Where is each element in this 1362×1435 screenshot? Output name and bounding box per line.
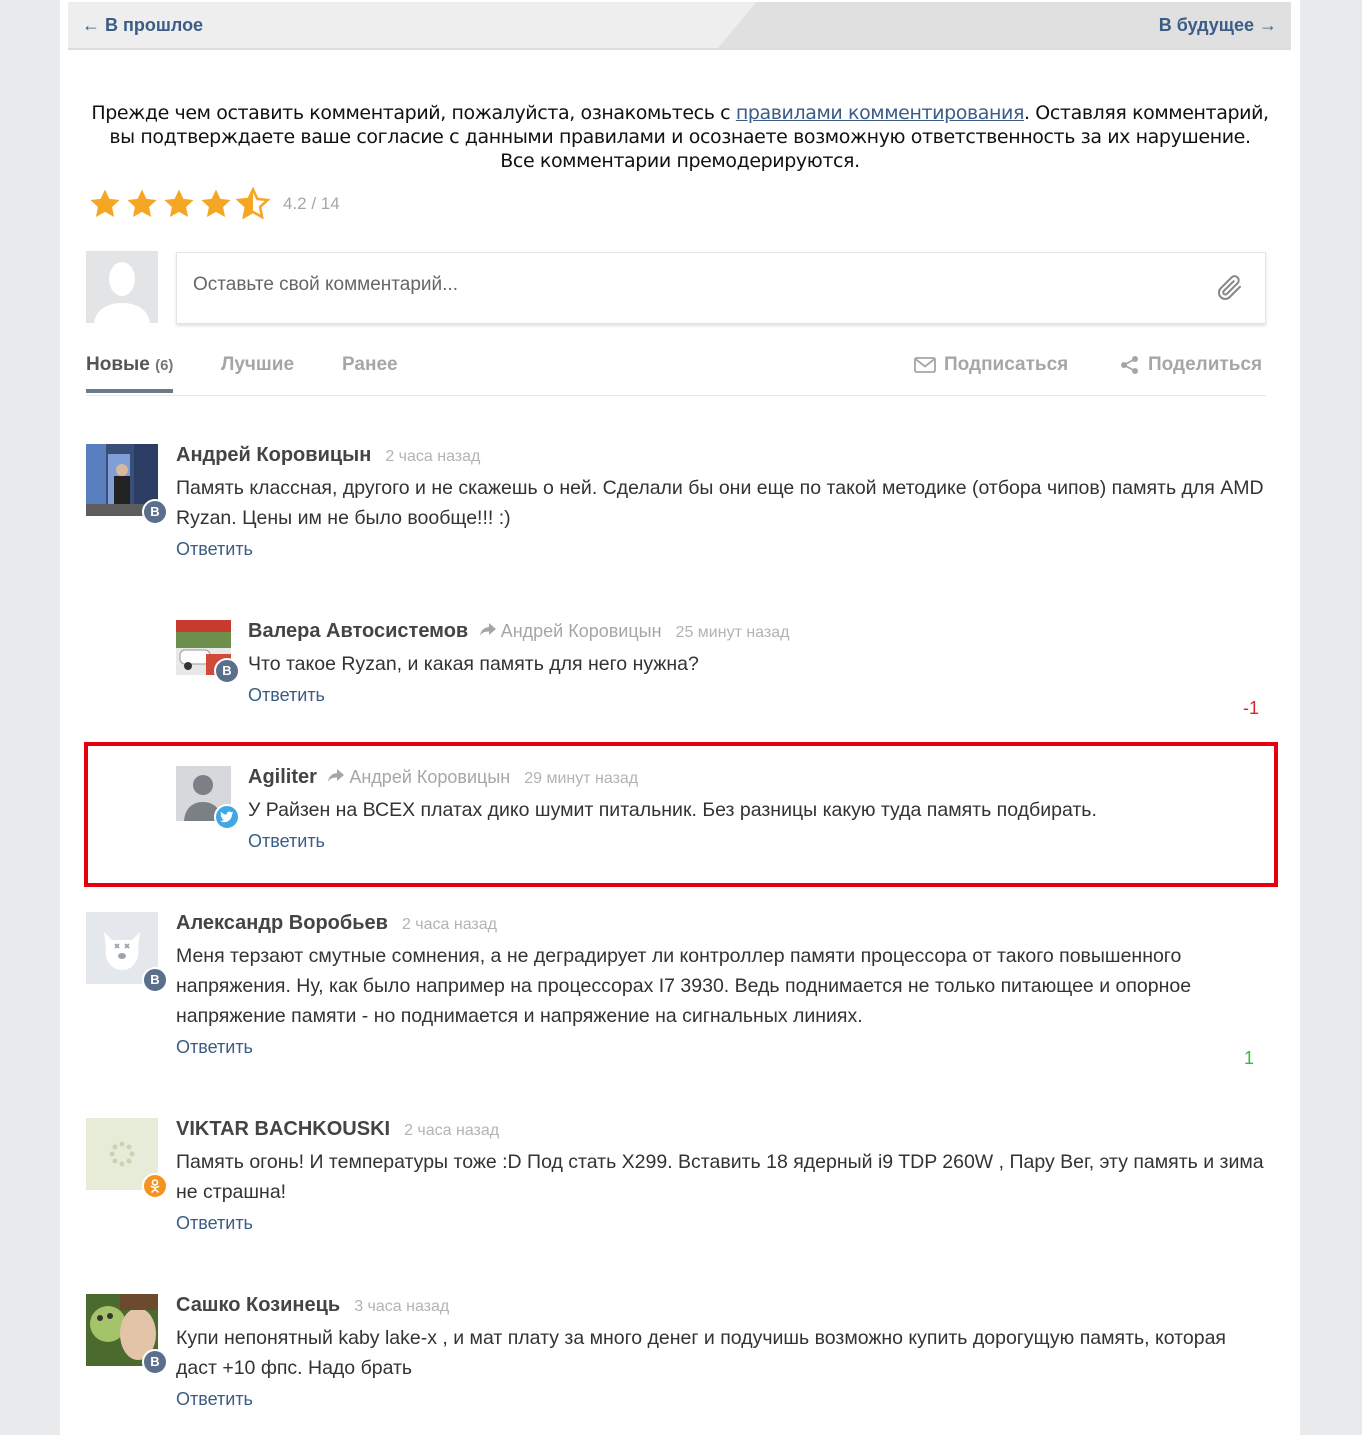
comment-author[interactable]: Андрей Коровицын bbox=[176, 444, 371, 466]
comment-author[interactable]: Валера Автосистемов bbox=[248, 620, 468, 642]
comment-item: В Валера Автосистемов Андрей Коровицын 25… bbox=[176, 620, 1266, 720]
comment-author[interactable]: Agiliter bbox=[248, 766, 317, 788]
comment-input-box bbox=[176, 252, 1266, 324]
vk-badge-icon: В bbox=[142, 967, 168, 993]
reply-button[interactable]: Ответить bbox=[176, 539, 1266, 560]
reply-to-author[interactable]: Андрей Коровицын bbox=[501, 621, 662, 641]
comment-header: Александр Воробьев 2 часа назад bbox=[176, 912, 1266, 935]
subscribe-button[interactable]: Подписаться bbox=[914, 354, 1068, 376]
vk-badge-icon: В bbox=[214, 658, 240, 684]
comment-body: Agiliter Андрей Коровицын 29 минут назад … bbox=[248, 766, 1258, 852]
odnoklassniki-badge-icon bbox=[142, 1173, 168, 1199]
comment-item: Agiliter Андрей Коровицын 29 минут назад … bbox=[176, 766, 1266, 866]
comment-item: VIKTAR BACHKOUSKI 2 часа назад Память ого… bbox=[86, 1118, 1266, 1248]
comment-header: Agiliter Андрей Коровицын 29 минут назад bbox=[248, 766, 1258, 789]
reply-arrow-icon bbox=[328, 769, 345, 782]
comment-author[interactable]: Сашко Козинець bbox=[176, 1294, 340, 1316]
comment-time[interactable]: 2 часа назад bbox=[385, 448, 480, 465]
default-user-icon bbox=[86, 251, 158, 323]
previous-post-link[interactable]: ← В прошлое bbox=[82, 15, 203, 36]
comment-body: Александр Воробьев 2 часа назад Меня терз… bbox=[176, 912, 1266, 1058]
premoderation-notice: Все комментарии премодерируются. bbox=[500, 150, 860, 172]
comments-page: ← В прошлое В будущее → Прежде чем остав… bbox=[60, 0, 1300, 1435]
tab-new-count: (6) bbox=[155, 357, 174, 374]
comment-rules-link[interactable]: правилами комментирования bbox=[736, 102, 1025, 124]
vk-badge-icon: В bbox=[142, 499, 168, 525]
comment-header: Сашко Козинець 3 часа назад bbox=[176, 1294, 1266, 1317]
comment-input[interactable] bbox=[191, 269, 1175, 301]
comment-text: Память классная, другого и не скажешь о … bbox=[176, 477, 1264, 529]
reply-to-author[interactable]: Андрей Коровицын bbox=[349, 767, 510, 787]
comment-time[interactable]: 2 часа назад bbox=[402, 916, 497, 933]
current-user-avatar bbox=[86, 251, 158, 323]
tab-best[interactable]: Лучшие bbox=[221, 354, 294, 376]
comment-text: Память огонь! И температуры тоже :D Под … bbox=[176, 1151, 1264, 1203]
comment-body: Валера Автосистемов Андрей Коровицын 25 м… bbox=[248, 620, 1258, 706]
tab-earlier[interactable]: Ранее bbox=[342, 354, 398, 376]
comment-header: Андрей Коровицын 2 часа назад bbox=[176, 444, 1266, 467]
comment-item: В Андрей Коровицын 2 часа назад Память кл… bbox=[86, 444, 1266, 574]
share-button[interactable]: Поделиться bbox=[1120, 354, 1262, 376]
star-icon[interactable] bbox=[162, 187, 196, 221]
tab-new-label: Новые bbox=[86, 354, 150, 375]
comment-body: VIKTAR BACHKOUSKI 2 часа назад Память ого… bbox=[176, 1118, 1266, 1234]
reply-button[interactable]: Ответить bbox=[176, 1213, 1266, 1234]
next-post-link[interactable]: В будущее → bbox=[1159, 15, 1277, 36]
comment-item: В Александр Воробьев 2 часа назад Меня те… bbox=[86, 912, 1266, 1072]
paperclip-icon[interactable] bbox=[1215, 273, 1245, 303]
comment-item: В Сашко Козинець 3 часа назад Купи непоня… bbox=[86, 1294, 1266, 1424]
ok-logo-icon bbox=[150, 1179, 160, 1193]
envelope-icon bbox=[914, 357, 936, 373]
post-navigation-bar: ← В прошлое В будущее → bbox=[68, 2, 1291, 50]
twitter-bird-icon bbox=[220, 811, 234, 823]
comments-tabs: Новые (6) Лучшие Ранее Подписаться Подел… bbox=[86, 340, 1266, 396]
reply-button[interactable]: Ответить bbox=[248, 831, 1258, 852]
reply-button[interactable]: Ответить bbox=[248, 685, 1258, 706]
vk-badge-icon: В bbox=[142, 1349, 168, 1375]
star-icon[interactable] bbox=[88, 187, 122, 221]
reply-button[interactable]: Ответить bbox=[176, 1037, 1266, 1058]
star-icon[interactable] bbox=[199, 187, 233, 221]
subscribe-label: Подписаться bbox=[944, 354, 1069, 375]
comment-text: Меня терзают смутные сомнения, а не дегр… bbox=[176, 945, 1192, 1027]
article-rating: 4.2 / 14 bbox=[88, 186, 340, 222]
reply-button[interactable]: Ответить bbox=[176, 1389, 1266, 1410]
notice-text-start: Прежде чем оставить комментарий, пожалуй… bbox=[91, 102, 736, 124]
comment-author[interactable]: VIKTAR BACHKOUSKI bbox=[176, 1118, 390, 1140]
comment-text: Купи непонятный kaby lake-x , и мат плат… bbox=[176, 1327, 1226, 1379]
comment-time[interactable]: 29 минут назад bbox=[524, 770, 638, 787]
reply-arrow-icon bbox=[479, 623, 496, 636]
comment-time[interactable]: 2 часа назад bbox=[404, 1122, 499, 1139]
comment-rules-notice: Прежде чем оставить комментарий, пожалуй… bbox=[80, 101, 1280, 173]
comment-time[interactable]: 25 минут назад bbox=[676, 624, 790, 641]
comment-body: Андрей Коровицын 2 часа назад Память клас… bbox=[176, 444, 1266, 560]
comment-time[interactable]: 3 часа назад bbox=[354, 1298, 449, 1315]
rating-value: 4.2 / 14 bbox=[283, 194, 340, 213]
share-label: Поделиться bbox=[1148, 354, 1263, 375]
comment-body: Сашко Козинець 3 часа назад Купи непонятн… bbox=[176, 1294, 1266, 1410]
comment-author[interactable]: Александр Воробьев bbox=[176, 912, 388, 934]
share-icon bbox=[1121, 356, 1138, 374]
comment-text: У Райзен на ВСЕХ платах дико шумит питал… bbox=[248, 799, 1097, 821]
star-icon[interactable] bbox=[125, 187, 159, 221]
comment-header: Валера Автосистемов Андрей Коровицын 25 м… bbox=[248, 620, 1258, 643]
vote-count-negative: -1 bbox=[1242, 698, 1259, 718]
twitter-badge-icon bbox=[214, 804, 240, 830]
tab-new[interactable]: Новые (6) bbox=[86, 354, 174, 393]
comment-text: Что такое Ryzan, и какая память для него… bbox=[248, 653, 699, 675]
half-star-icon[interactable] bbox=[236, 187, 270, 221]
vote-count-positive: 1 bbox=[1243, 1048, 1254, 1068]
comment-header: VIKTAR BACHKOUSKI 2 часа назад bbox=[176, 1118, 1266, 1141]
